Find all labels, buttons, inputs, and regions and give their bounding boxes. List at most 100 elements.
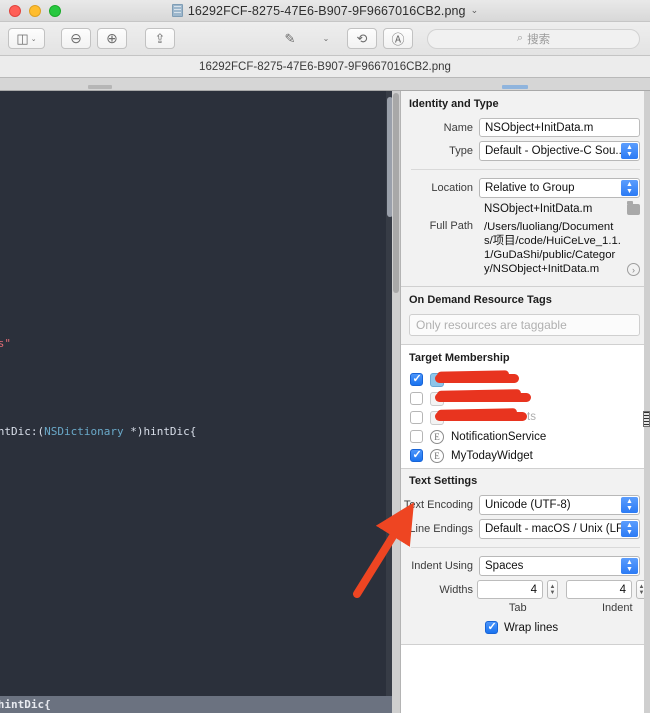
type-label: Type	[449, 145, 473, 157]
path-bar: 16292FCF-8275-47E6-B907-9F9667016CB2.png	[0, 56, 650, 78]
location-label: Location	[431, 182, 473, 194]
location-dropdown[interactable]: Relative to Group ▲ ▼	[479, 178, 640, 198]
target-checkbox[interactable]	[410, 411, 423, 424]
chevron-updown-icon: ▲ ▼	[621, 497, 638, 513]
indent-caption: Indent	[601, 602, 633, 614]
chevron-updown-icon: ▲ ▼	[621, 180, 638, 196]
name-label: Name	[443, 121, 473, 134]
target-membership-row[interactable]: GuDaShi	[401, 370, 650, 389]
rotate-icon: ⟲	[356, 30, 368, 46]
target-membership-row[interactable]: GuDaShiTests	[401, 389, 650, 408]
target-membership-row[interactable]: GuDaShiUITests	[401, 408, 650, 427]
annotate-button[interactable]: Ⓐ	[383, 28, 413, 49]
rotate-button[interactable]: ⟲	[347, 28, 377, 49]
preview-toolbar: ◫ ⌄ ⊖ ⊕ ⇪ ✎ ⌄ ⟲ Ⓐ ⌕ 搜索	[0, 22, 650, 56]
wrap-lines-label: Wrap lines	[504, 621, 559, 634]
editor-footer-line: ary *)hintDic{	[0, 696, 392, 713]
type-dropdown[interactable]: Default - Objective-C Sou... ▲ ▼	[479, 141, 640, 161]
target-checkbox[interactable]	[410, 392, 423, 405]
wrap-lines-checkbox[interactable]	[485, 620, 498, 635]
reveal-in-finder-icon[interactable]: ›	[627, 263, 640, 276]
indent-using-row: Indent Using Spaces ▲ ▼	[401, 554, 650, 578]
zoom-in-button[interactable]: ⊕	[97, 28, 127, 49]
inspector-scrollbar-thumb[interactable]	[393, 93, 399, 293]
file-inspector-panel: Identity and Type Name NSObject+InitData…	[400, 91, 650, 713]
extension-icon: E	[430, 429, 444, 444]
redaction-scribble	[435, 374, 519, 383]
sidebar-toggle-button[interactable]: ◫ ⌄	[8, 28, 45, 49]
indent-width-field[interactable]: 4	[566, 580, 632, 599]
editor-tab-fragment[interactable]	[88, 85, 112, 89]
inspector-scrollbar[interactable]	[392, 91, 400, 713]
identity-section-title: Identity and Type	[409, 98, 499, 110]
divider	[411, 547, 640, 548]
redacted-target-label: GuDaShi	[435, 373, 519, 386]
target-checkbox[interactable]	[410, 448, 423, 463]
target-membership-title: Target Membership	[409, 352, 510, 364]
folder-icon[interactable]	[627, 200, 640, 215]
extension-icon: E	[430, 448, 444, 463]
window-titlebar: 16292FCF-8275-47E6-B907-9F9667016CB2.png…	[0, 0, 650, 22]
text-encoding-value: Unicode (UTF-8)	[485, 499, 571, 511]
name-field[interactable]: NSObject+InitData.m	[479, 118, 640, 137]
inspector-right-scrollbar[interactable]	[644, 91, 650, 713]
odr-tags-input[interactable]: Only resources are taggable	[409, 314, 640, 336]
widths-captions: Tab Indent	[401, 602, 650, 614]
close-button[interactable]	[9, 4, 21, 17]
line-endings-dropdown[interactable]: Default - macOS / Unix (LF) ▲ ▼	[479, 519, 640, 539]
chevron-down-icon: ⌄	[322, 34, 330, 43]
wrap-lines-row[interactable]: Wrap lines	[401, 620, 650, 635]
document-icon	[171, 4, 183, 17]
minimize-button[interactable]	[29, 4, 41, 17]
target-checkbox[interactable]	[410, 430, 423, 443]
location-dropdown-value: Relative to Group	[485, 182, 575, 194]
text-settings-section: Text Settings Text Encoding Unicode (UTF…	[401, 469, 650, 645]
chevron-down-icon: ⌄	[30, 35, 37, 43]
inspector-tab-selected[interactable]	[502, 85, 528, 89]
redacted-target-label: GuDaShiUITests	[435, 411, 536, 424]
tab-width-field[interactable]: 4	[477, 580, 543, 599]
target-label: MyTodayWidget	[451, 449, 533, 462]
location-filename: NSObject+InitData.m	[484, 203, 593, 215]
odr-tags-placeholder: Only resources are taggable	[416, 318, 567, 332]
markup-options-button[interactable]: ⌄	[311, 28, 341, 49]
line-endings-value: Default - macOS / Unix (LF)	[485, 523, 627, 535]
full-path-value: /Users/luoliang/Documents/项目/code/HuiCeL…	[484, 221, 621, 275]
markup-button[interactable]: ✎	[275, 28, 305, 49]
share-button[interactable]: ⇪	[145, 28, 175, 49]
chevron-down-icon[interactable]: ⌄	[471, 5, 479, 16]
text-encoding-label: Text Encoding	[403, 499, 473, 511]
type-row: Type Default - Objective-C Sou... ▲ ▼	[401, 139, 650, 163]
code-editor[interactable]: alizers" Dic hintDic:(NSDictionary *)hin…	[0, 91, 392, 713]
target-membership-row[interactable]: E NotificationService	[401, 427, 650, 446]
target-membership-row[interactable]: E MyTodayWidget	[401, 446, 650, 465]
target-checkbox[interactable]	[410, 372, 423, 387]
editor-tab-strip	[0, 78, 650, 91]
line-endings-row: Line Endings Default - macOS / Unix (LF)…	[401, 517, 650, 541]
code-line: alizers"	[0, 337, 11, 350]
path-bar-filename: 16292FCF-8275-47E6-B907-9F9667016CB2.png	[199, 60, 451, 73]
tab-width-stepper[interactable]: ▲ ▼	[547, 580, 558, 599]
window-controls	[0, 4, 61, 17]
chevron-updown-icon: ▲ ▼	[621, 143, 638, 159]
search-input[interactable]: ⌕ 搜索	[427, 28, 640, 49]
text-encoding-dropdown[interactable]: Unicode (UTF-8) ▲ ▼	[479, 495, 640, 515]
screenshot-content: alizers" Dic hintDic:(NSDictionary *)hin…	[0, 78, 650, 713]
target-membership-list: GuDaShi GuDaShiTests	[401, 370, 650, 465]
code-line: Dic hintDic:(NSDictionary *)hintDic{	[0, 425, 197, 438]
odr-tags-section: On Demand Resource Tags Only resources a…	[401, 287, 650, 345]
zoom-out-button[interactable]: ⊖	[61, 28, 91, 49]
indent-using-dropdown[interactable]: Spaces ▲ ▼	[479, 556, 640, 576]
location-row: Location Relative to Group ▲ ▼	[401, 176, 650, 200]
resize-grip[interactable]	[643, 411, 650, 427]
chevron-updown-icon: ▲ ▼	[621, 558, 638, 574]
redacted-target-label: GuDaShiTests	[435, 392, 531, 405]
markup-pen-icon: ✎	[284, 30, 296, 46]
maximize-button[interactable]	[49, 4, 61, 17]
divider	[411, 169, 640, 170]
